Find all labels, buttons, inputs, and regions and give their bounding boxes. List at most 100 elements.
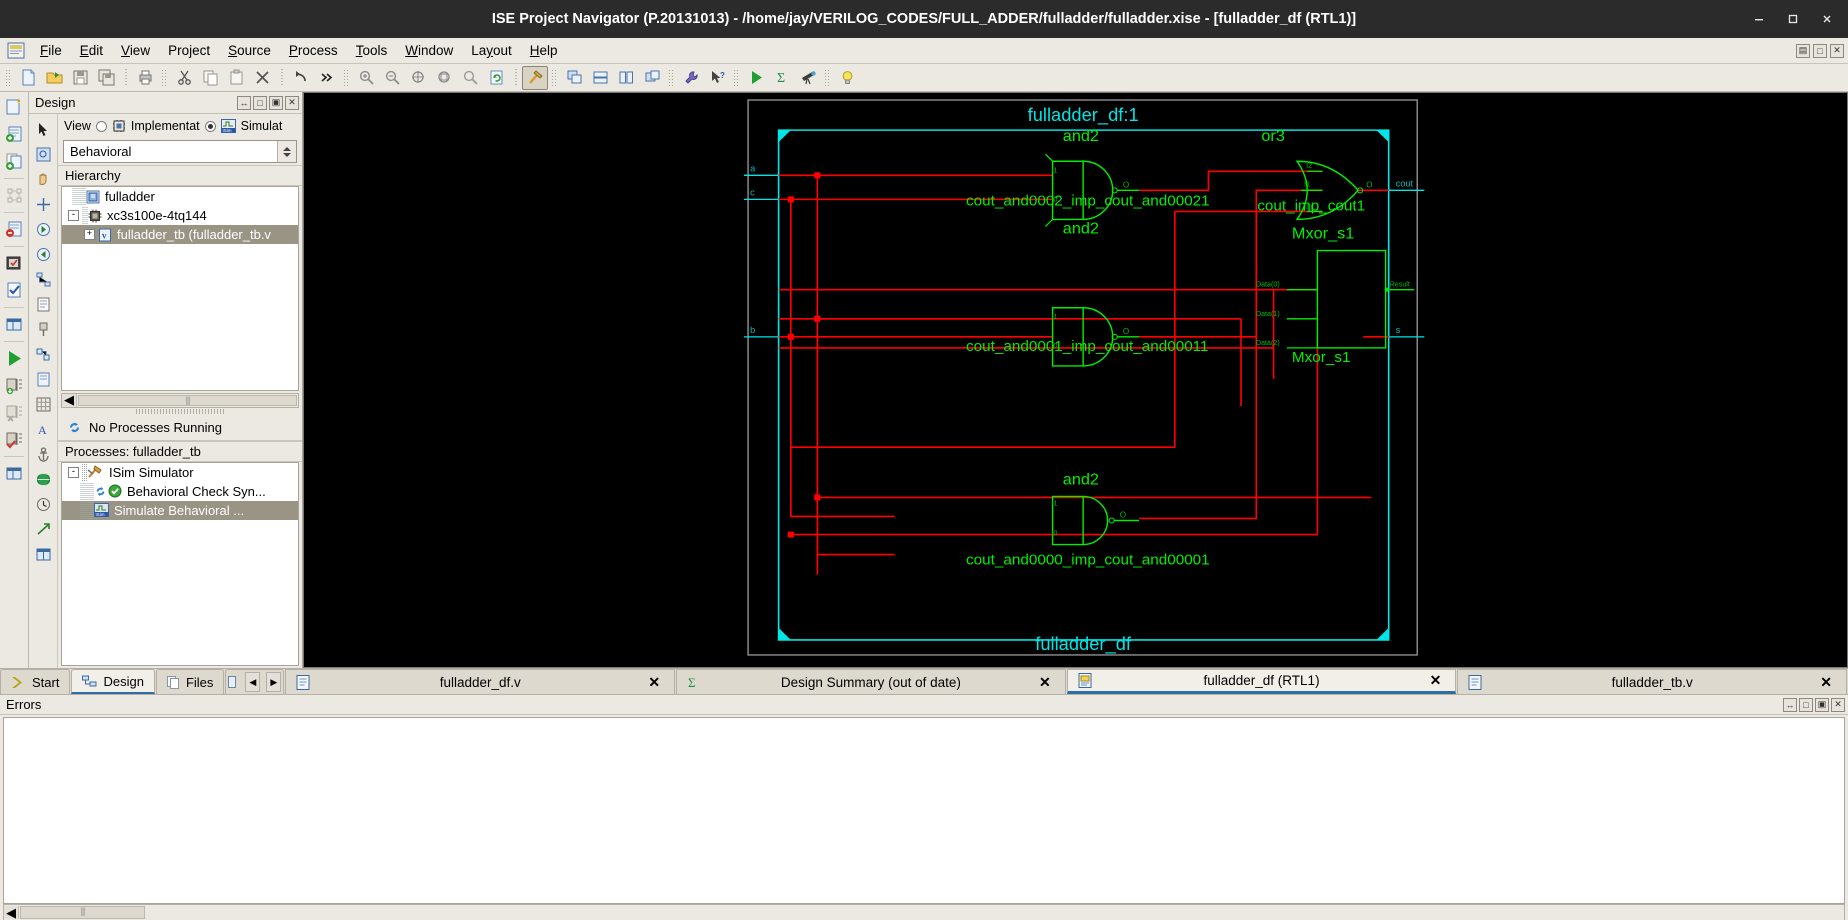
- gate-and2-2[interactable]: and2 I1 I0 O cout_and0001_imp_cout_and00…: [966, 220, 1209, 367]
- panel-icon[interactable]: [2, 312, 27, 337]
- telescope-icon[interactable]: [795, 66, 821, 90]
- implement-top-icon[interactable]: [2, 373, 27, 398]
- simulation-mode-combo[interactable]: Behavioral: [63, 140, 297, 163]
- zoom-area-icon[interactable]: [431, 66, 457, 90]
- pin-icon[interactable]: [31, 317, 56, 342]
- stop-process-icon[interactable]: [2, 400, 27, 425]
- doc-tab-close-3[interactable]: ✕: [1820, 674, 1832, 691]
- next-icon[interactable]: [31, 217, 56, 242]
- page-icon[interactable]: [31, 292, 56, 317]
- run-icon[interactable]: [743, 66, 769, 90]
- doc-tab-close-2[interactable]: ✕: [1430, 672, 1442, 689]
- hierarchy-hscrollbar[interactable]: ◀: [61, 392, 299, 408]
- errors-maximize-icon[interactable]: ▣: [1815, 697, 1829, 712]
- doc-tab-design-summary[interactable]: Σ Design Summary (out of date) ✕: [676, 669, 1066, 694]
- menu-layout[interactable]: Layout: [462, 40, 521, 61]
- wrench-icon[interactable]: [678, 66, 704, 90]
- doc-tab-close-0[interactable]: ✕: [648, 674, 660, 691]
- process-item-simulate-behavioral[interactable]: ISim Simulate Behavioral ...: [62, 500, 298, 520]
- undo-icon[interactable]: [288, 66, 314, 90]
- menu-view[interactable]: View: [112, 40, 159, 61]
- tree-expander-2[interactable]: +: [84, 229, 95, 240]
- mdi-maximize-icon[interactable]: □: [1813, 43, 1827, 58]
- grid-icon[interactable]: [31, 392, 56, 417]
- tabs-scroll-right-button[interactable]: ▶: [266, 672, 282, 692]
- errors-dock-icon[interactable]: □: [1799, 697, 1813, 712]
- menu-window[interactable]: Window: [396, 40, 462, 61]
- close-button[interactable]: [1812, 6, 1842, 32]
- process-item-behavioral-check[interactable]: Behavioral Check Syn...: [62, 481, 298, 501]
- processes-tree[interactable]: - ISim Simulator Behavioral Check Syn...…: [61, 461, 299, 666]
- add-source-icon[interactable]: [2, 122, 27, 147]
- panel-close-icon[interactable]: ✕: [285, 95, 299, 110]
- toolbar-grip[interactable]: [5, 68, 12, 87]
- gate-or3[interactable]: or3 I2 I1 I0 O cout_imp_cout1: [1257, 127, 1373, 221]
- tile-vertical-icon[interactable]: [613, 66, 639, 90]
- rtl-schematic-canvas[interactable]: fulladder_df:1 a c b cout s and2 I1 I0 O…: [303, 92, 1848, 668]
- scroll-left-icon[interactable]: ◀: [62, 392, 77, 407]
- hierarchy-icon[interactable]: [31, 267, 56, 292]
- panel-dock-icon[interactable]: □: [253, 95, 267, 110]
- simulation-radio[interactable]: [204, 120, 216, 132]
- check-process-icon[interactable]: [2, 427, 27, 452]
- panel-float-icon[interactable]: ↔: [237, 95, 251, 110]
- new-file-icon[interactable]: [15, 66, 41, 90]
- block-mxor-s1[interactable]: Mxor_s1 Data(0) Data(1) Data(2) Result M…: [1256, 225, 1415, 366]
- process-item-isim[interactable]: - ISim Simulator: [62, 462, 298, 482]
- hierarchy-tree[interactable]: fulladder - xc3s100e-4tq144 + v fulladde…: [61, 186, 299, 391]
- doc-tab-fulladder-df-v[interactable]: fulladder_df.v ✕: [285, 669, 676, 694]
- maximize-button[interactable]: [1778, 6, 1808, 32]
- print-icon[interactable]: [132, 66, 158, 90]
- tile-horizontal-icon[interactable]: [587, 66, 613, 90]
- menu-tools[interactable]: Tools: [347, 40, 397, 61]
- new-source-icon[interactable]: [2, 95, 27, 120]
- errors-float-icon[interactable]: ↔: [1783, 697, 1797, 712]
- menu-help[interactable]: Help: [521, 40, 567, 61]
- tree-item-device[interactable]: - xc3s100e-4tq144: [62, 206, 298, 225]
- panel-maximize-icon[interactable]: ▣: [269, 95, 283, 110]
- toolbar-grip-5[interactable]: [668, 68, 675, 87]
- tree-item-fulladder[interactable]: fulladder: [62, 187, 298, 206]
- cut-icon[interactable]: [171, 66, 197, 90]
- delete-icon[interactable]: [249, 66, 275, 90]
- open-folder-icon[interactable]: [41, 66, 67, 90]
- globe-green-icon[interactable]: [31, 467, 56, 492]
- font-a-icon[interactable]: A: [31, 417, 56, 442]
- mdi-close-icon[interactable]: ✕: [1830, 43, 1844, 58]
- menu-file[interactable]: File: [31, 40, 71, 61]
- combo-arrow[interactable]: [277, 141, 296, 162]
- tab-more[interactable]: ◀ ▶: [225, 669, 285, 694]
- menu-source[interactable]: Source: [219, 40, 280, 61]
- mdi-restore-icon[interactable]: ▤: [1796, 43, 1810, 58]
- add-copy-source-icon[interactable]: [2, 149, 27, 174]
- menu-edit[interactable]: Edit: [71, 40, 112, 61]
- whats-this-icon[interactable]: ?: [704, 66, 730, 90]
- more-chevrons-icon[interactable]: [314, 66, 340, 90]
- zoom-in-icon[interactable]: [353, 66, 379, 90]
- check-syntax-icon[interactable]: [2, 278, 27, 303]
- prev-icon[interactable]: [31, 242, 56, 267]
- tab-files[interactable]: Files: [155, 669, 225, 694]
- minimize-button[interactable]: [1744, 6, 1774, 32]
- process-expander-0[interactable]: -: [68, 466, 79, 478]
- implementation-radio[interactable]: [95, 120, 107, 132]
- errors-content[interactable]: [3, 717, 1845, 904]
- refresh-icon[interactable]: [483, 66, 509, 90]
- toolbar-grip-4[interactable]: [551, 68, 558, 87]
- zoom-tool-icon[interactable]: [31, 142, 56, 167]
- toolbar-grip-3[interactable]: [343, 68, 350, 87]
- copy-icon[interactable]: [197, 66, 223, 90]
- toolbar-grip-2[interactable]: [161, 68, 168, 87]
- paste-icon[interactable]: [223, 66, 249, 90]
- doc-tab-fulladder-df-rtl1[interactable]: fulladder_df (RTL1) ✕: [1066, 669, 1457, 694]
- tab-start[interactable]: Start: [0, 669, 71, 694]
- move-icon[interactable]: [31, 192, 56, 217]
- doc-tab-close-1[interactable]: ✕: [1039, 674, 1051, 691]
- doc-tab-fulladder-tb-v[interactable]: fulladder_tb.v ✕: [1457, 669, 1848, 694]
- gate-and2-3[interactable]: and2 I1 I0 O cout_and0000_imp_cout_and00…: [966, 470, 1210, 568]
- zoom-fit-icon[interactable]: [405, 66, 431, 90]
- tabs-scroll-left-button[interactable]: ◀: [245, 672, 261, 692]
- columns-icon[interactable]: [31, 542, 56, 567]
- save-all-icon[interactable]: [93, 66, 119, 90]
- zoom-select-icon[interactable]: [457, 66, 483, 90]
